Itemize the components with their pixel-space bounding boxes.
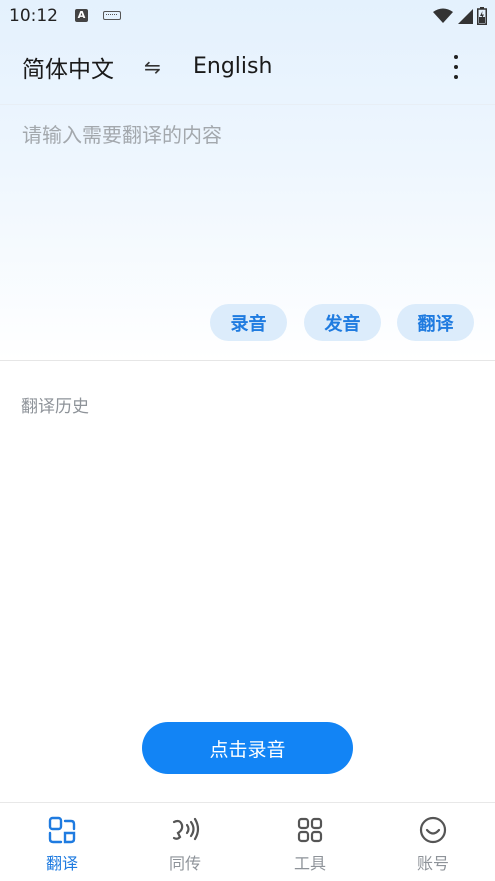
section-divider — [0, 360, 495, 361]
nav-item-account[interactable]: 账号 — [388, 803, 478, 881]
status-bar: 10:12 A — [0, 0, 495, 34]
nav-label-simultaneous: 同传 — [168, 854, 201, 873]
nav-label-tools: 工具 — [293, 854, 326, 873]
translation-input[interactable] — [0, 105, 495, 285]
nav-label-translate: 翻译 — [45, 854, 78, 873]
accessibility-badge-icon: A — [75, 9, 88, 22]
signal-icon — [458, 9, 473, 24]
grid-apps-icon — [295, 815, 325, 845]
scan-translate-icon — [47, 815, 77, 845]
keyboard-icon — [103, 11, 121, 20]
nav-item-simultaneous[interactable]: 同传 — [140, 803, 230, 881]
source-language-selector[interactable]: 简体中文 — [22, 50, 114, 84]
more-options-icon[interactable] — [446, 55, 466, 79]
bottom-navigation: 翻译 同传 工具 账号 — [0, 802, 495, 881]
smiley-icon — [418, 815, 448, 845]
nav-item-tools[interactable]: 工具 — [265, 803, 355, 881]
speech-wave-icon — [170, 815, 200, 845]
speak-button[interactable]: 发音 — [304, 304, 381, 341]
record-button[interactable]: 录音 — [210, 304, 287, 341]
tap-to-record-button[interactable]: 点击录音 — [142, 722, 353, 774]
translate-button[interactable]: 翻译 — [397, 304, 474, 341]
nav-item-translate[interactable]: 翻译 — [17, 803, 107, 881]
status-indicators — [433, 7, 487, 25]
wifi-icon — [433, 8, 453, 23]
history-title: 翻译历史 — [21, 397, 89, 417]
battery-icon — [477, 7, 487, 25]
swap-language-icon[interactable]: ⇋ — [144, 55, 161, 79]
status-time: 10:12 — [9, 6, 58, 26]
nav-label-account: 账号 — [416, 854, 449, 873]
target-language-selector[interactable]: English — [193, 54, 272, 79]
